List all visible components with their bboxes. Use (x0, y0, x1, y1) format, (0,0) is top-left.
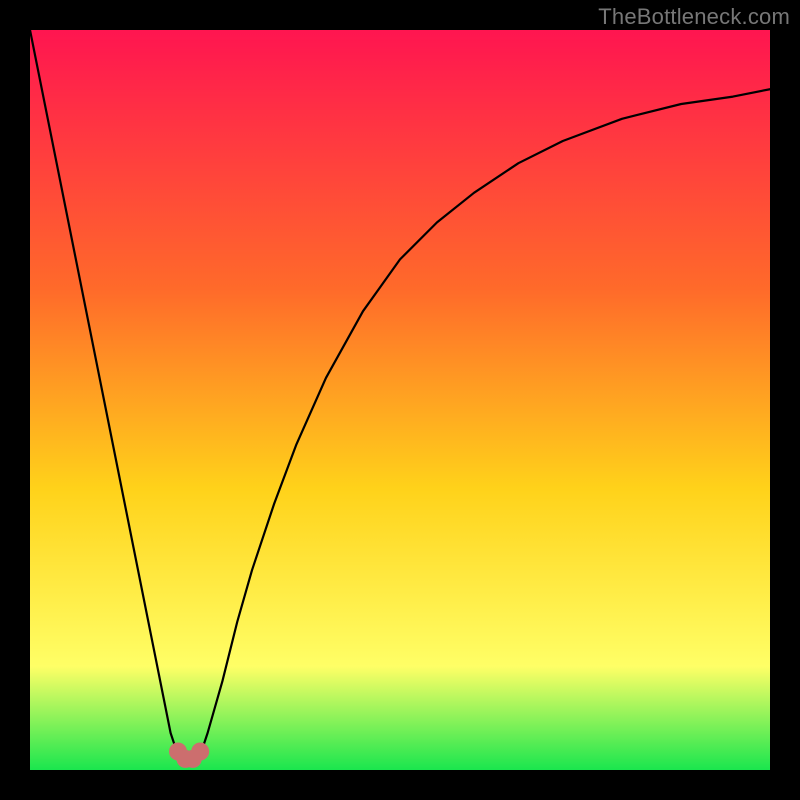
plot-area (30, 30, 770, 770)
chart-frame: TheBottleneck.com (0, 0, 800, 800)
watermark-text: TheBottleneck.com (598, 4, 790, 30)
gradient-background (30, 30, 770, 770)
chart-svg (30, 30, 770, 770)
optimum-marker (191, 743, 209, 761)
